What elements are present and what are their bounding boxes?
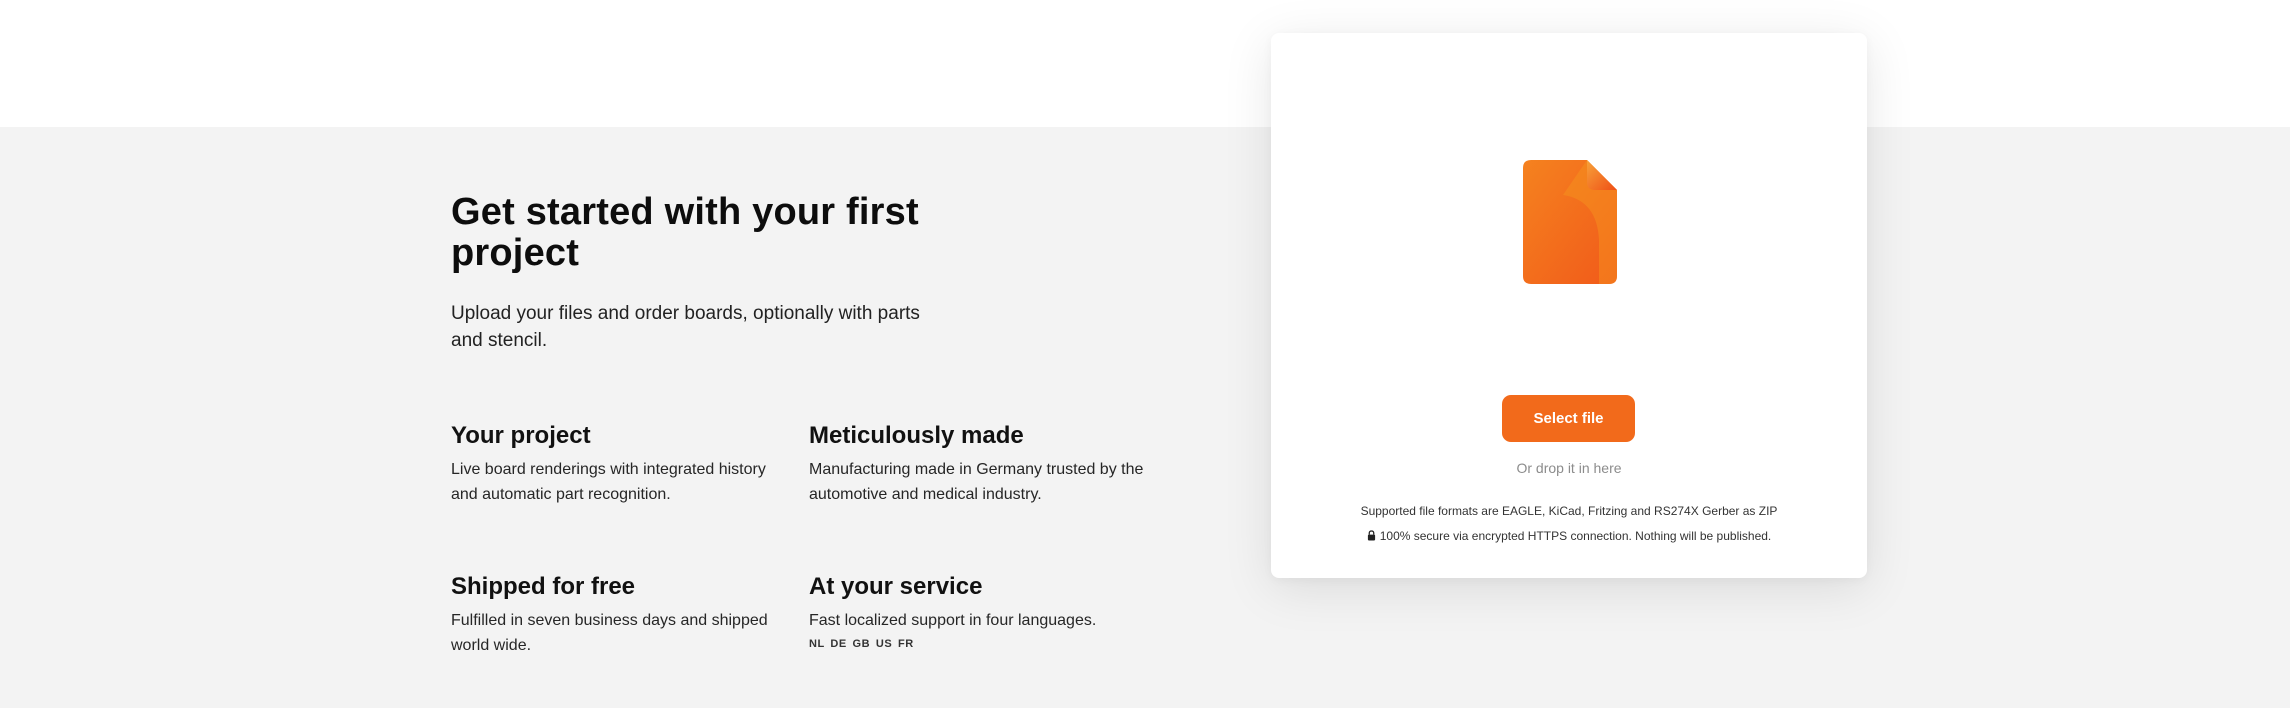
feature-at-your-service: At your service Fast localized support i… [809,572,1149,651]
file-icon [1523,160,1617,284]
feature-text: Live board renderings with integrated hi… [451,461,766,503]
feature-your-project: Your project Live board renderings with … [451,421,791,507]
secure-text: 100% secure via encrypted HTTPS connecti… [1379,529,1772,543]
drop-zone-hint: Or drop it in here [1516,460,1622,476]
top-band [0,0,2290,127]
feature-title: Shipped for free [451,573,636,600]
feature-shipped-for-free: Shipped for free Fulfilled in seven busi… [451,572,791,658]
feature-title: Your project [451,422,591,449]
page-title: Get started with your first project [451,191,919,274]
feature-text: Fulfilled in seven business days and shi… [451,612,768,654]
select-file-button[interactable]: Select file [1502,395,1635,442]
feature-meticulously-made: Meticulously made Manufacturing made in … [809,421,1149,507]
feature-text: Fast localized support in four languages… [809,612,1097,629]
feature-text: Manufacturing made in Germany trusted by… [809,461,1144,503]
feature-title: At your service [809,573,983,600]
feature-title: Meticulously made [809,422,1024,449]
lock-icon [1367,530,1375,541]
page-subtitle: Upload your files and order boards, opti… [451,303,920,351]
secure-notice: 100% secure via encrypted HTTPS connecti… [1271,529,1867,543]
supported-formats-text: Supported file formats are EAGLE, KiCad,… [1360,504,1778,518]
language-list: NL DE GB US FR [809,638,914,650]
upload-card[interactable]: Select file Or drop it in here Supported… [1271,33,1867,578]
